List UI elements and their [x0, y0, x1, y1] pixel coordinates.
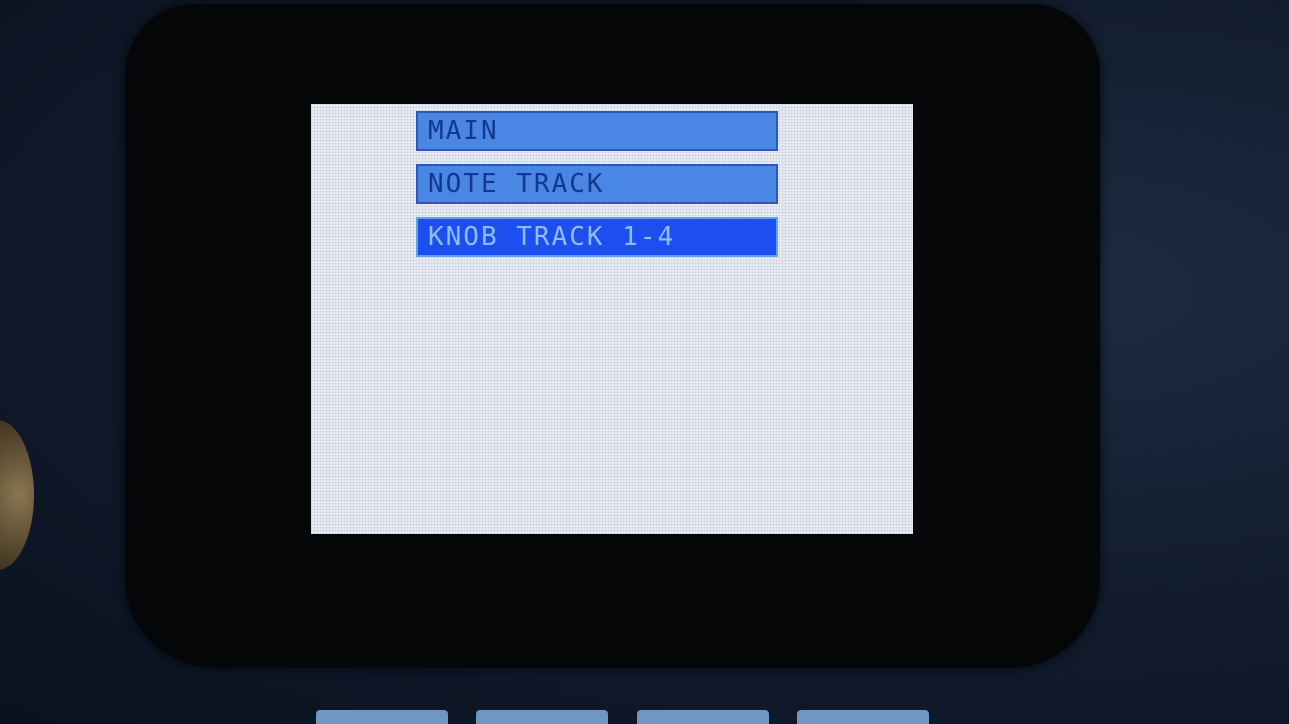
soft-button-4[interactable]: [797, 710, 929, 724]
lcd-screen: MAIN NOTE TRACK KNOB TRACK 1-4: [311, 104, 913, 534]
menu-item-knob-track-selected[interactable]: KNOB TRACK 1-4: [416, 217, 778, 257]
menu-item-main[interactable]: MAIN: [416, 111, 778, 151]
soft-button-1[interactable]: [316, 710, 448, 724]
soft-button-2[interactable]: [476, 710, 608, 724]
soft-button-3[interactable]: [637, 710, 769, 724]
rotary-knob[interactable]: [0, 420, 34, 570]
device-panel: MAIN NOTE TRACK KNOB TRACK 1-4: [0, 0, 1289, 724]
menu-item-note-track[interactable]: NOTE TRACK: [416, 164, 778, 204]
